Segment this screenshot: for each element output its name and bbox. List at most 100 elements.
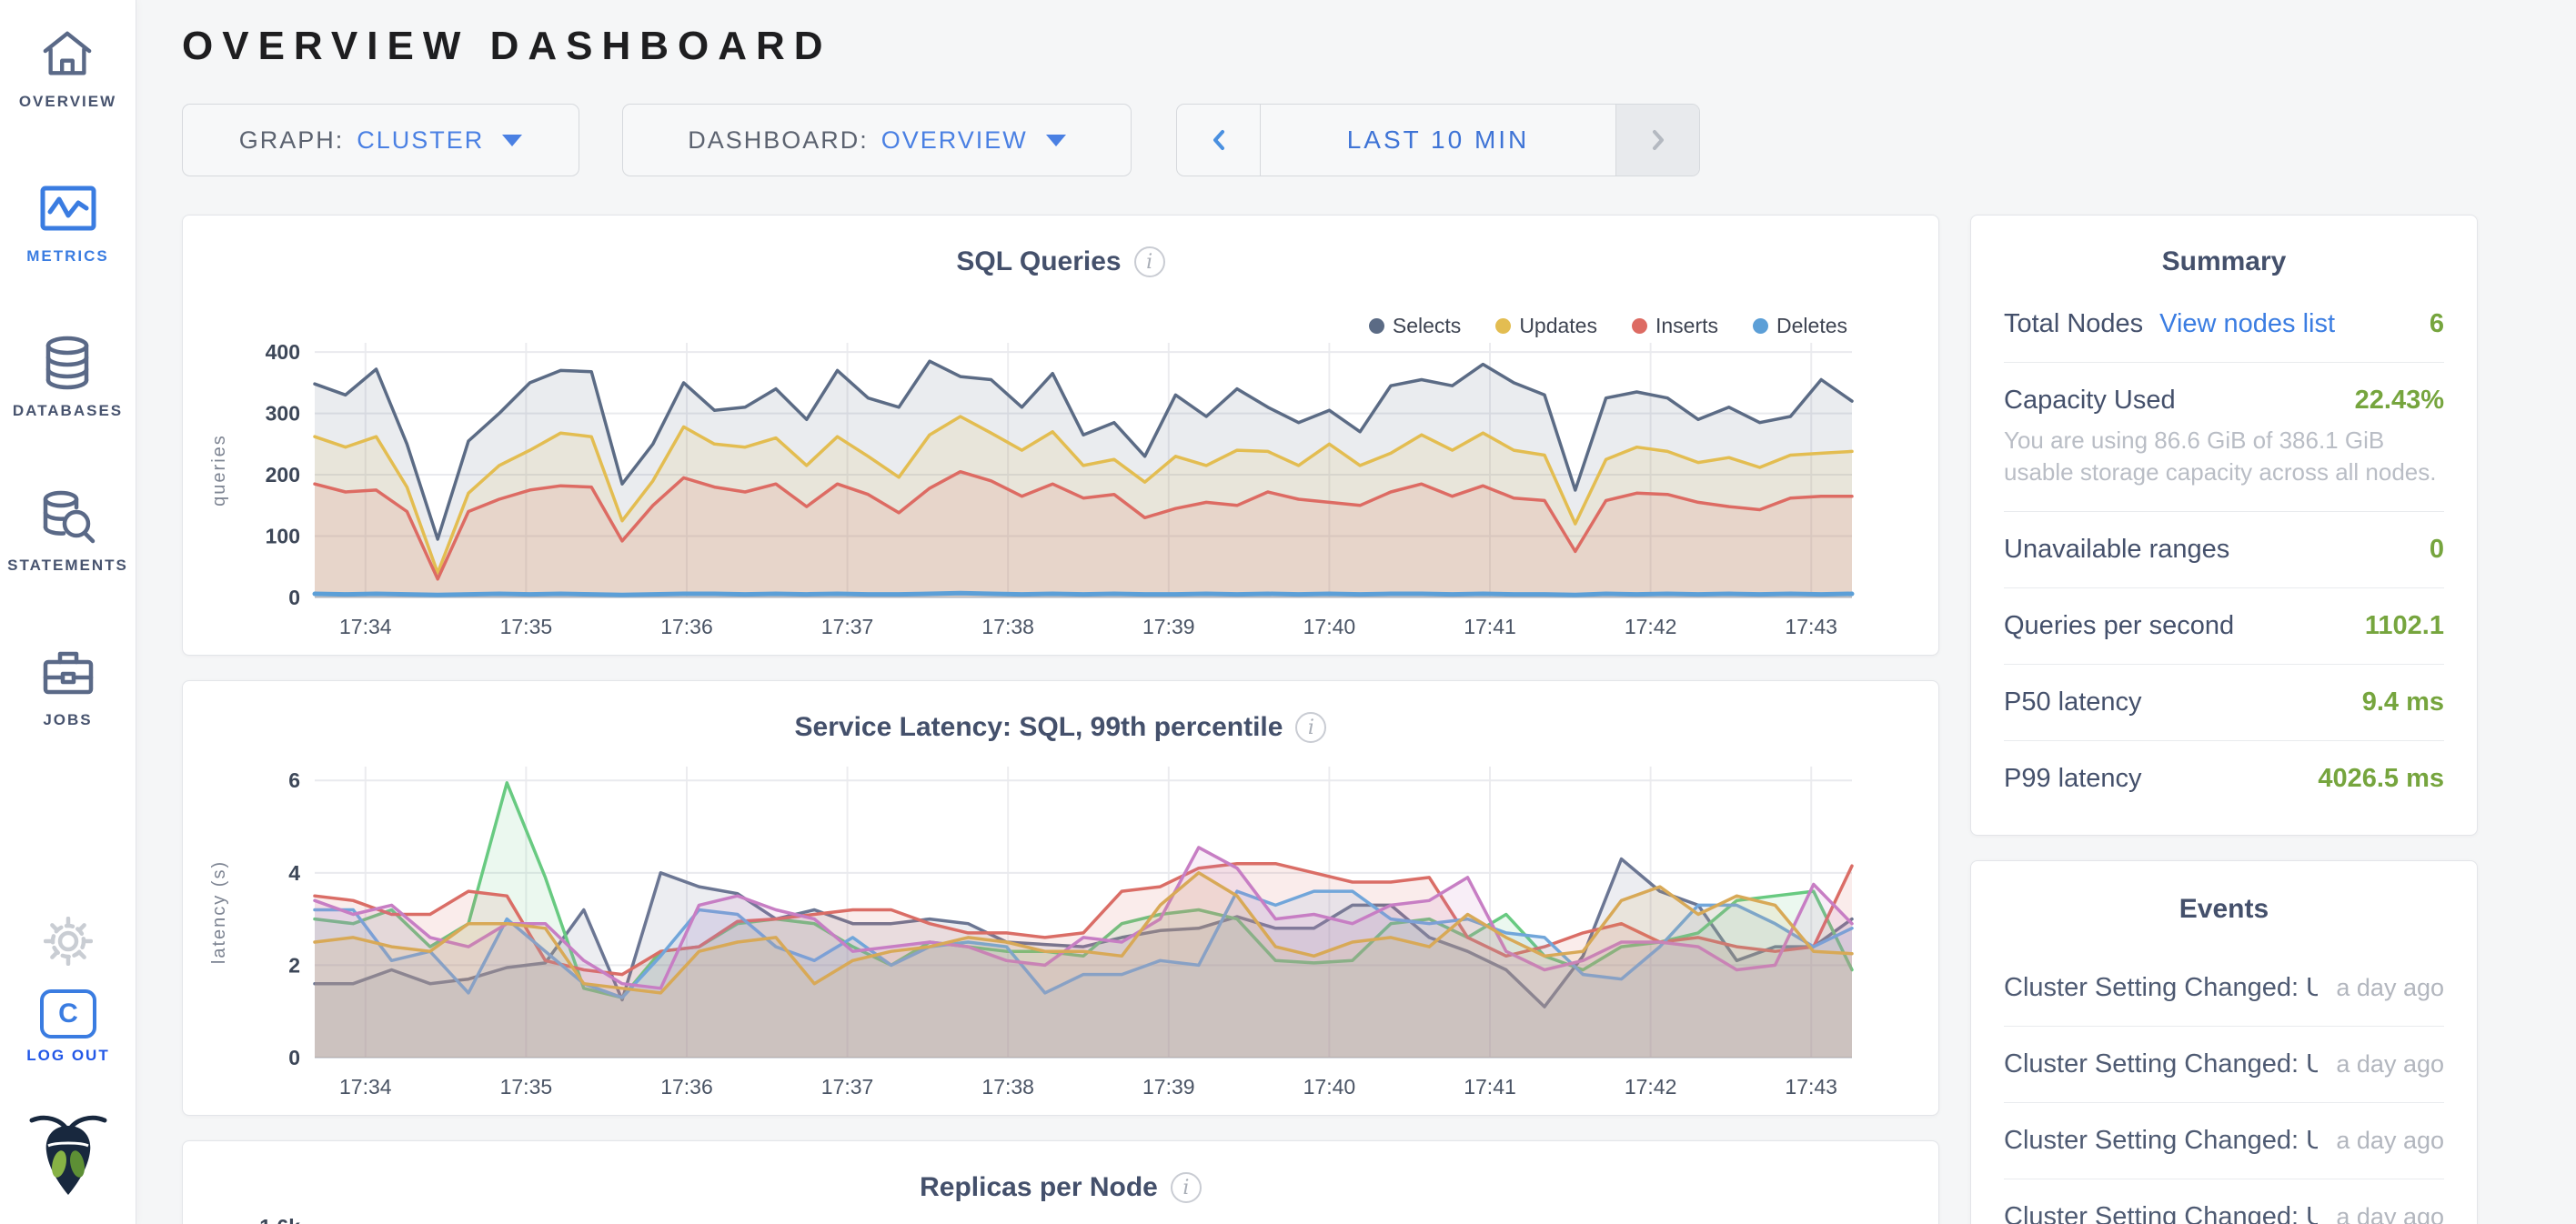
events-title: Events [2004, 894, 2444, 925]
svg-text:6: 6 [288, 768, 300, 792]
logout-label: LOG OUT [26, 1047, 109, 1065]
sidebar-item-metrics[interactable]: METRICS [26, 178, 109, 266]
svg-text:300: 300 [266, 402, 300, 426]
cockroachdb-logo[interactable] [0, 1111, 136, 1199]
svg-text:4: 4 [288, 861, 300, 885]
svg-text:17:34: 17:34 [339, 615, 392, 638]
chart-legend: Selects Updates Inserts Deletes [1334, 314, 1847, 338]
legend-dot [1753, 318, 1768, 334]
gear-icon [44, 917, 93, 970]
svg-text:17:42: 17:42 [1625, 615, 1677, 638]
legend-item-selects: Selects [1369, 314, 1461, 338]
right-column: Summary Total Nodes View nodes list 6 Ca… [1970, 215, 2478, 1224]
svg-text:17:38: 17:38 [981, 615, 1034, 638]
event-row: Cluster Setting Changed: U... a day ago [2004, 1179, 2444, 1224]
time-prev-button[interactable] [1177, 105, 1261, 176]
sidebar: OVERVIEW METRICS DATABASES [0, 0, 136, 1224]
time-next-button[interactable] [1615, 105, 1699, 176]
graph-dropdown-label: GRAPH: [239, 126, 345, 155]
svg-text:latency (s): latency (s) [209, 860, 229, 964]
svg-text:17:39: 17:39 [1142, 1075, 1195, 1099]
summary-title: Summary [2004, 246, 2444, 277]
p50-latency-value: 9.4 ms [2362, 687, 2444, 717]
event-row: Cluster Setting Changed: U... a day ago [2004, 950, 2444, 1027]
dashboard-dropdown-value: OVERVIEW [881, 126, 1028, 155]
svg-text:17:40: 17:40 [1303, 1075, 1356, 1099]
time-window-label[interactable]: LAST 10 MIN [1261, 105, 1615, 176]
legend-item-deletes: Deletes [1753, 314, 1847, 338]
sidebar-item-statements[interactable]: STATEMENTS [7, 487, 128, 575]
chart-title: Service Latency: SQL, 99th percentile [795, 712, 1283, 743]
sql-queries-chart-card: SQL Queries i Selects Updates Inserts [182, 215, 1939, 656]
capacity-detail: You are using 86.6 GiB of 386.1 GiB usab… [2004, 425, 2444, 488]
svg-text:17:35: 17:35 [500, 615, 553, 638]
dashboard-dropdown[interactable]: DASHBOARD: OVERVIEW [622, 104, 1132, 176]
event-row: Cluster Setting Changed: U... a day ago [2004, 1103, 2444, 1179]
sidebar-item-label: STATEMENTS [7, 557, 128, 575]
metrics-icon [38, 178, 98, 238]
summary-row-total-nodes: Total Nodes View nodes list 6 [2004, 286, 2444, 363]
svg-text:17:34: 17:34 [339, 1075, 392, 1099]
svg-text:200: 200 [266, 463, 300, 487]
replicas-per-node-chart-card: Replicas per Node i 1.6k [182, 1140, 1939, 1224]
svg-text:17:41: 17:41 [1464, 615, 1516, 638]
svg-text:1.6k: 1.6k [259, 1215, 300, 1224]
svg-text:17:36: 17:36 [660, 1075, 713, 1099]
chevron-down-icon [502, 135, 522, 146]
sidebar-item-databases[interactable]: DATABASES [13, 333, 123, 420]
info-icon[interactable]: i [1295, 712, 1326, 743]
replicas-per-node-plot[interactable]: 1.6k [183, 1214, 1938, 1224]
svg-text:17:38: 17:38 [981, 1075, 1034, 1099]
statements-icon [38, 487, 96, 547]
main-content: OVERVIEW DASHBOARD GRAPH: CLUSTER DASHBO… [136, 0, 2576, 1224]
sidebar-item-label: JOBS [43, 711, 92, 729]
time-window-selector: LAST 10 MIN [1176, 104, 1700, 176]
svg-text:17:39: 17:39 [1142, 615, 1195, 638]
logout-button[interactable]: C LOG OUT [0, 989, 136, 1065]
databases-icon [40, 333, 95, 393]
svg-text:2: 2 [288, 953, 300, 977]
svg-text:17:35: 17:35 [500, 1075, 553, 1099]
summary-row-unavailable-ranges: Unavailable ranges 0 [2004, 512, 2444, 588]
chevron-right-icon [1648, 126, 1668, 154]
summary-row-capacity: Capacity Used 22.43% You are using 86.6 … [2004, 363, 2444, 512]
svg-text:17:37: 17:37 [821, 615, 874, 638]
controls-bar: GRAPH: CLUSTER DASHBOARD: OVERVIEW LAST … [182, 104, 2576, 176]
logout-icon: C [40, 989, 96, 1038]
view-nodes-list-link[interactable]: View nodes list [2159, 309, 2335, 339]
svg-text:17:43: 17:43 [1785, 1075, 1837, 1099]
summary-row-p99: P99 latency 4026.5 ms [2004, 741, 2444, 817]
legend-item-updates: Updates [1495, 314, 1597, 338]
charts-column: SQL Queries i Selects Updates Inserts [182, 215, 1939, 1224]
svg-text:400: 400 [266, 340, 300, 364]
info-icon[interactable]: i [1171, 1172, 1202, 1203]
event-row: Cluster Setting Changed: U... a day ago [2004, 1027, 2444, 1103]
svg-text:0: 0 [288, 586, 300, 609]
legend-dot [1632, 318, 1647, 334]
svg-text:0: 0 [288, 1046, 300, 1069]
info-icon[interactable]: i [1134, 246, 1165, 277]
service-latency-plot[interactable]: 17:3417:3517:3617:3717:3817:3917:4017:41… [183, 754, 1938, 1115]
svg-text:17:36: 17:36 [660, 615, 713, 638]
graph-dropdown[interactable]: GRAPH: CLUSTER [182, 104, 579, 176]
home-icon [39, 24, 96, 84]
sidebar-item-jobs[interactable]: JOBS [40, 642, 96, 729]
qps-value: 1102.1 [2365, 611, 2444, 641]
events-panel: Events Cluster Setting Changed: U... a d… [1970, 860, 2478, 1224]
chevron-down-icon [1046, 135, 1066, 146]
svg-text:17:43: 17:43 [1785, 615, 1837, 638]
total-nodes-value: 6 [2430, 309, 2444, 339]
page-title: OVERVIEW DASHBOARD [182, 24, 2576, 69]
graph-dropdown-value: CLUSTER [357, 126, 484, 155]
legend-item-inserts: Inserts [1632, 314, 1718, 338]
settings-button[interactable] [0, 917, 136, 970]
legend-dot [1369, 318, 1384, 334]
svg-text:17:40: 17:40 [1303, 615, 1356, 638]
svg-text:100: 100 [266, 525, 300, 548]
sql-queries-plot[interactable]: 17:34 17:35 17:36 17:37 17:38 17:39 17:40 17:41… [183, 330, 1938, 655]
jobs-icon [40, 642, 96, 702]
sidebar-item-overview[interactable]: OVERVIEW [19, 24, 116, 111]
summary-row-p50: P50 latency 9.4 ms [2004, 665, 2444, 741]
summary-row-qps: Queries per second 1102.1 [2004, 588, 2444, 665]
chart-title: Replicas per Node [920, 1172, 1158, 1203]
